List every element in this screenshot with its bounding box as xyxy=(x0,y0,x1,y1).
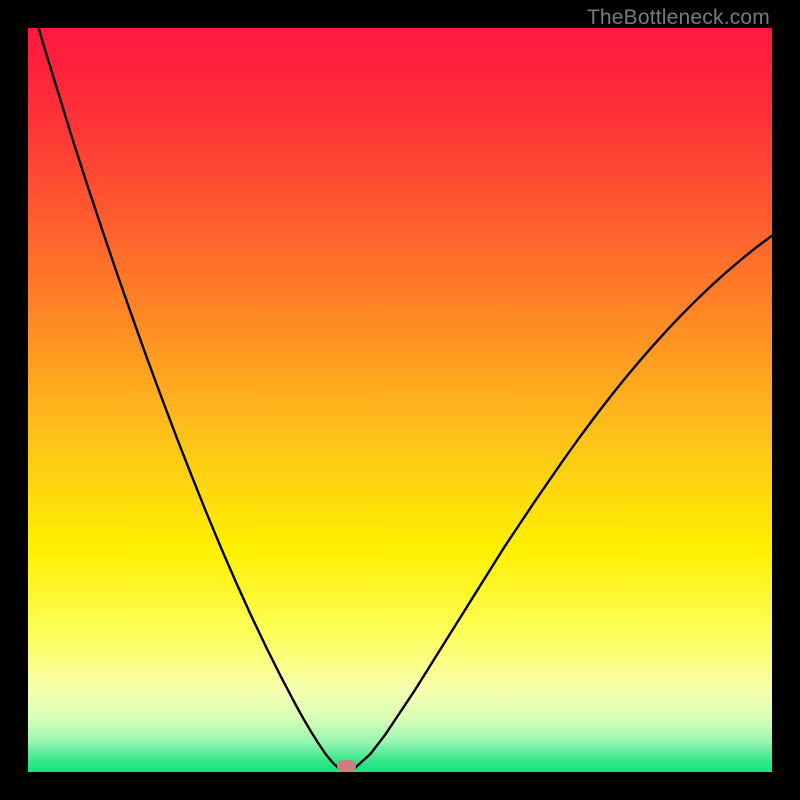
bottleneck-curve xyxy=(28,28,772,772)
watermark-text: TheBottleneck.com xyxy=(587,6,770,30)
min-marker xyxy=(337,760,356,772)
plot-area xyxy=(28,28,772,772)
chart-frame: TheBottleneck.com xyxy=(0,0,800,800)
